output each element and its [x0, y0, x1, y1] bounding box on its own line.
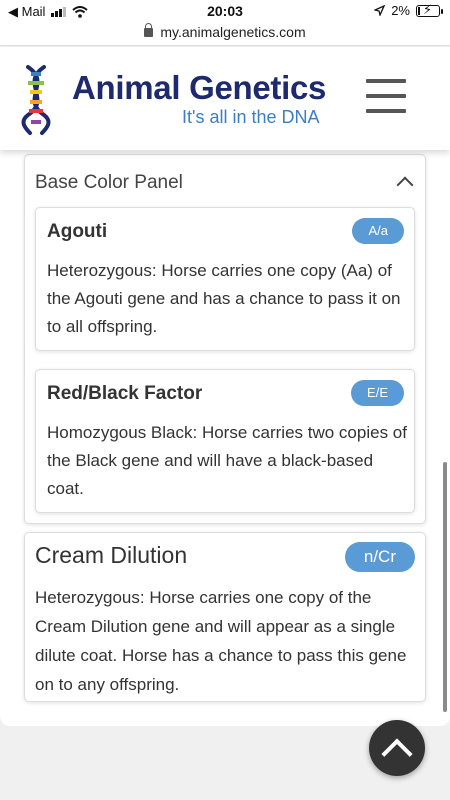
- red-black-factor-card: Red/Black Factor E/E Homozygous Black: H…: [35, 369, 415, 513]
- site-header: Animal Genetics It's all in the DNA: [0, 47, 450, 150]
- genotype-badge: E/E: [351, 380, 404, 406]
- brand-tagline: It's all in the DNA: [182, 107, 320, 127]
- panel-title[interactable]: Base Color Panel: [35, 172, 183, 194]
- genotype-badge: n/Cr: [344, 542, 415, 572]
- page-scrollbar[interactable]: [443, 462, 447, 712]
- brand-name: Animal Genetics: [72, 69, 327, 106]
- lock-icon: [144, 23, 154, 37]
- card-title: Cream Dilution: [35, 542, 188, 568]
- scroll-to-top-button[interactable]: [369, 720, 425, 776]
- status-bar: ◀ Mail 20:03 2% ⚡: [0, 0, 450, 22]
- hamburger-menu-icon[interactable]: [366, 79, 406, 115]
- agouti-card: Agouti A/a Heterozygous: Horse carries o…: [35, 207, 415, 351]
- genotype-badge: A/a: [352, 218, 404, 244]
- chevron-up-icon[interactable]: [396, 176, 414, 194]
- battery-percent: 2%: [391, 3, 410, 18]
- base-color-panel: Base Color Panel Agouti A/a Heterozygous…: [24, 154, 426, 524]
- card-description: Heterozygous: Horse carries one copy (Aa…: [47, 261, 401, 336]
- location-arrow-icon: [374, 5, 386, 16]
- cream-dilution-card: Cream Dilution n/Cr Heterozygous: Horse …: [24, 532, 426, 702]
- card-title: Agouti: [47, 221, 108, 242]
- battery-charging-icon: ⚡: [416, 3, 443, 17]
- page-content: Base Color Panel Agouti A/a Heterozygous…: [0, 150, 450, 726]
- dna-logo-icon[interactable]: [18, 65, 54, 135]
- brand[interactable]: Animal Genetics It's all in the DNA: [72, 69, 327, 127]
- url-bar[interactable]: my.animalgenetics.com: [0, 22, 450, 46]
- card-description: Heterozygous: Horse carries one copy of …: [35, 588, 407, 694]
- card-title: Red/Black Factor: [47, 383, 203, 404]
- url-text: my.animalgenetics.com: [160, 24, 306, 40]
- card-description: Homozygous Black: Horse carries two copi…: [47, 423, 407, 498]
- status-right: 2% ⚡: [374, 3, 443, 18]
- chevron-up-icon: [381, 738, 413, 770]
